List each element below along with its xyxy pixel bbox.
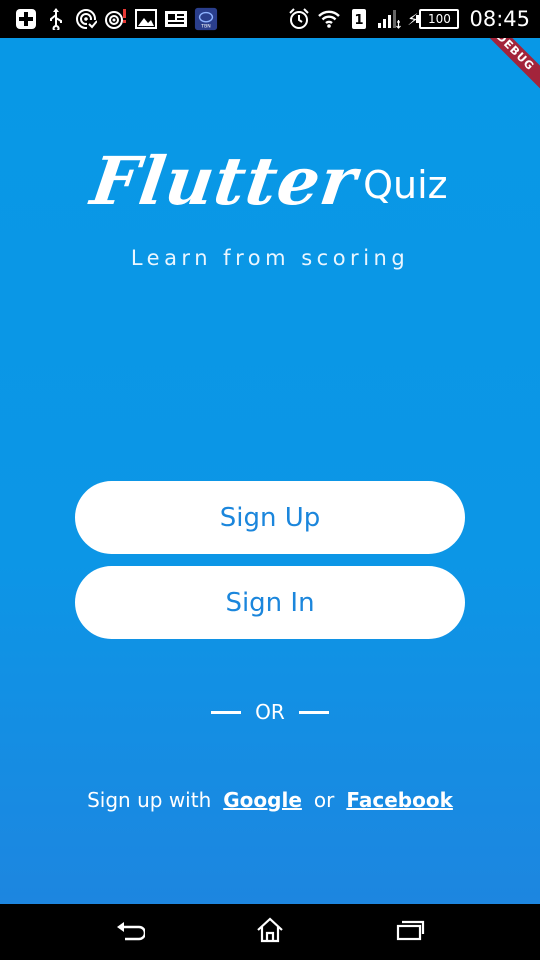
social-prefix: Sign up with [87,788,212,812]
back-button[interactable] [100,910,160,954]
tagline: Learn from scoring [130,246,410,270]
clock: 08:45 [469,7,530,31]
notification-icons: TBN [0,7,287,31]
divider-line-right [298,710,329,714]
alarm-icon [287,7,311,31]
home-button[interactable] [240,910,300,954]
hotspot-alert-icon [104,7,128,31]
recent-apps-icon [395,919,425,945]
logo-sub-text: Quiz [363,163,448,207]
back-icon [115,919,147,945]
app-notification-icon: TBN [194,7,218,31]
battery-level: 100 [419,9,460,29]
social-signup: Sign up with Google or Facebook [0,788,540,812]
logo-main-text: Flutter [86,142,363,220]
divider-line-left [211,710,242,714]
facebook-link[interactable]: Facebook [346,788,453,812]
home-icon [255,917,285,947]
or-divider: OR [0,700,540,724]
navigation-bar [0,904,540,960]
sign-up-button[interactable]: Sign Up [75,481,465,554]
plus-notification-icon [14,7,38,31]
google-link[interactable]: Google [223,788,302,812]
svg-text:TBN: TBN [200,23,210,29]
wifi-hotspot-icon [74,7,98,31]
wifi-icon [317,7,341,31]
system-icons: 1 ⚡ 100 08:45 [287,7,540,31]
battery-icon: ⚡ 100 [407,9,460,29]
sim-icon: 1 [347,7,371,31]
signal-icon [377,7,402,31]
debug-banner: DEBUG [470,38,540,97]
news-icon [164,7,188,31]
recent-apps-button[interactable] [380,910,440,954]
status-bar: TBN 1 ⚡ 100 08:45 [0,0,540,38]
social-conjunction: or [313,788,335,812]
sim-slot-label: 1 [355,13,364,28]
app-screen: DEBUG Flutter Quiz Learn from scoring Si… [0,38,540,904]
sign-in-button[interactable]: Sign In [75,566,465,639]
image-icon [134,7,158,31]
usb-icon [44,7,68,31]
app-logo: Flutter Quiz [0,142,540,220]
or-label: OR [255,700,285,724]
